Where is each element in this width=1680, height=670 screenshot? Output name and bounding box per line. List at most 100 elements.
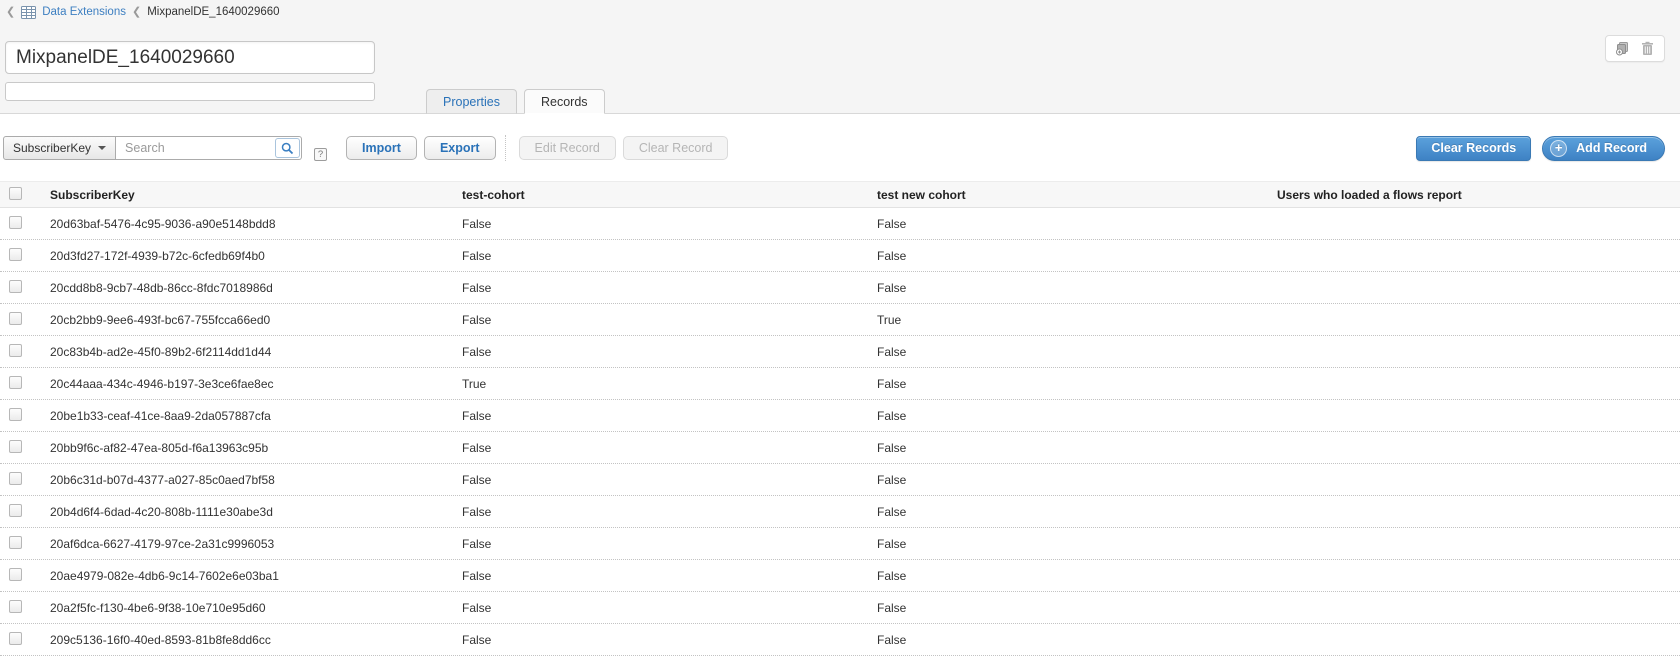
cell-subscriberkey: 20be1b33-ceaf-41ce-8aa9-2da057887cfa	[40, 409, 452, 423]
delete-trash-icon[interactable]	[1640, 41, 1655, 56]
row-checkbox[interactable]	[9, 440, 22, 453]
row-checkbox[interactable]	[9, 504, 22, 517]
clear-record-button[interactable]: Clear Record	[623, 136, 729, 160]
table-row[interactable]: 20be1b33-ceaf-41ce-8aa9-2da057887cfa Fal…	[0, 400, 1680, 432]
cell-subscriberkey: 20d3fd27-172f-4939-b72c-6cfedb69f4b0	[40, 249, 452, 263]
data-extension-description-input[interactable]	[5, 82, 375, 101]
cell-test-cohort: False	[452, 345, 867, 359]
row-checkbox[interactable]	[9, 312, 22, 325]
records-toolbar: SubscriberKey ? Import Export Edit Recor…	[0, 127, 1680, 169]
column-header-test-cohort: test-cohort	[452, 188, 867, 202]
cell-test-cohort: False	[452, 441, 867, 455]
row-checkbox[interactable]	[9, 216, 22, 229]
copy-icon[interactable]	[1615, 41, 1630, 56]
row-checkbox[interactable]	[9, 376, 22, 389]
column-header-flows-report: Users who loaded a flows report	[1267, 188, 1680, 202]
table-row[interactable]: 20b6c31d-b07d-4377-a027-85c0aed7bf58 Fal…	[0, 464, 1680, 496]
row-checkbox[interactable]	[9, 472, 22, 485]
cell-subscriberkey: 20a2f5fc-f130-4be6-9f38-10e710e95d60	[40, 601, 452, 615]
row-checkbox-cell	[0, 248, 40, 264]
table-body: 20d63baf-5476-4c95-9036-a90e5148bdd8 Fal…	[0, 208, 1680, 656]
row-checkbox[interactable]	[9, 408, 22, 421]
tab-records[interactable]: Records	[524, 89, 605, 114]
cell-test-new-cohort: False	[867, 601, 1267, 615]
help-icon[interactable]: ?	[314, 148, 327, 161]
cell-test-cohort: False	[452, 569, 867, 583]
cell-test-new-cohort: True	[867, 313, 1267, 327]
cell-test-new-cohort: False	[867, 217, 1267, 231]
row-checkbox-cell	[0, 632, 40, 648]
toolbar-right-actions: Clear Records + Add Record	[1416, 136, 1665, 161]
cell-subscriberkey: 20d63baf-5476-4c95-9036-a90e5148bdd8	[40, 217, 452, 231]
row-checkbox[interactable]	[9, 248, 22, 261]
cell-subscriberkey: 209c5136-16f0-40ed-8593-81b8fe8dd6cc	[40, 633, 452, 647]
row-checkbox[interactable]	[9, 600, 22, 613]
search-field-dropdown[interactable]: SubscriberKey	[3, 136, 116, 160]
table-row[interactable]: 209c5136-16f0-40ed-8593-81b8fe8dd6cc Fal…	[0, 624, 1680, 656]
search-area	[116, 136, 302, 160]
row-checkbox[interactable]	[9, 568, 22, 581]
cell-test-new-cohort: False	[867, 249, 1267, 263]
cell-test-new-cohort: False	[867, 537, 1267, 551]
breadcrumb-back-icon[interactable]: ❮	[6, 7, 15, 18]
cell-test-cohort: False	[452, 473, 867, 487]
cell-subscriberkey: 20bb9f6c-af82-47ea-805d-f6a13963c95b	[40, 441, 452, 455]
table-row[interactable]: 20c44aaa-434c-4946-b197-3e3ce6fae8ec Tru…	[0, 368, 1680, 400]
row-checkbox-cell	[0, 536, 40, 552]
cell-subscriberkey: 20c83b4b-ad2e-45f0-89b2-6f2114dd1d44	[40, 345, 452, 359]
edit-record-button[interactable]: Edit Record	[519, 136, 616, 160]
records-table: SubscriberKey test-cohort test new cohor…	[0, 181, 1680, 656]
row-checkbox-cell	[0, 408, 40, 424]
clear-records-button[interactable]: Clear Records	[1416, 136, 1531, 161]
table-row[interactable]: 20cb2bb9-9ee6-493f-bc67-755fcca66ed0 Fal…	[0, 304, 1680, 336]
table-row[interactable]: 20c83b4b-ad2e-45f0-89b2-6f2114dd1d44 Fal…	[0, 336, 1680, 368]
cell-test-cohort: False	[452, 601, 867, 615]
table-row[interactable]: 20a2f5fc-f130-4be6-9f38-10e710e95d60 Fal…	[0, 592, 1680, 624]
cell-test-cohort: False	[452, 633, 867, 647]
breadcrumb-current: MixpanelDE_1640029660	[147, 6, 279, 18]
cell-test-cohort: False	[452, 313, 867, 327]
table-header-row: SubscriberKey test-cohort test new cohor…	[0, 181, 1680, 208]
data-extension-name-input[interactable]	[5, 41, 375, 74]
column-header-subscriberkey: SubscriberKey	[40, 188, 452, 202]
table-row[interactable]: 20d3fd27-172f-4939-b72c-6cfedb69f4b0 Fal…	[0, 240, 1680, 272]
cell-test-new-cohort: False	[867, 281, 1267, 295]
cell-test-new-cohort: False	[867, 441, 1267, 455]
row-checkbox-cell	[0, 472, 40, 488]
toolbar-divider	[505, 135, 506, 161]
table-row[interactable]: 20d63baf-5476-4c95-9036-a90e5148bdd8 Fal…	[0, 208, 1680, 240]
table-row[interactable]: 20af6dca-6627-4179-97ce-2a31c9996053 Fal…	[0, 528, 1680, 560]
export-button[interactable]: Export	[424, 136, 496, 160]
cell-test-cohort: False	[452, 409, 867, 423]
cell-test-new-cohort: False	[867, 377, 1267, 391]
cell-test-new-cohort: False	[867, 569, 1267, 583]
row-checkbox-cell	[0, 216, 40, 232]
breadcrumb-link-data-extensions[interactable]: Data Extensions	[42, 6, 126, 18]
cell-test-new-cohort: False	[867, 409, 1267, 423]
add-record-label: Add Record	[1576, 141, 1647, 155]
cell-test-new-cohort: False	[867, 633, 1267, 647]
add-record-button[interactable]: + Add Record	[1542, 136, 1665, 161]
breadcrumb: ❮ Data Extensions ❮ MixpanelDE_164002966…	[0, 0, 1680, 20]
data-extension-grid-icon	[21, 6, 36, 19]
cell-subscriberkey: 20c44aaa-434c-4946-b197-3e3ce6fae8ec	[40, 377, 452, 391]
import-button[interactable]: Import	[346, 136, 417, 160]
search-button[interactable]	[275, 138, 300, 158]
row-checkbox-cell	[0, 280, 40, 296]
row-checkbox[interactable]	[9, 344, 22, 357]
tab-properties[interactable]: Properties	[426, 89, 517, 114]
cell-subscriberkey: 20ae4979-082e-4db6-9c14-7602e6e03ba1	[40, 569, 452, 583]
select-all-checkbox[interactable]	[9, 187, 22, 200]
row-checkbox[interactable]	[9, 632, 22, 645]
row-checkbox[interactable]	[9, 280, 22, 293]
table-row[interactable]: 20bb9f6c-af82-47ea-805d-f6a13963c95b Fal…	[0, 432, 1680, 464]
table-row[interactable]: 20b4d6f4-6dad-4c20-808b-1111e30abe3d Fal…	[0, 496, 1680, 528]
row-checkbox[interactable]	[9, 536, 22, 549]
cell-test-cohort: False	[452, 217, 867, 231]
row-checkbox-cell	[0, 344, 40, 360]
cell-test-cohort: False	[452, 281, 867, 295]
table-row[interactable]: 20cdd8b8-9cb7-48db-86cc-8fdc7018986d Fal…	[0, 272, 1680, 304]
search-icon	[281, 142, 294, 155]
tab-bar: Properties Records	[426, 89, 605, 114]
table-row[interactable]: 20ae4979-082e-4db6-9c14-7602e6e03ba1 Fal…	[0, 560, 1680, 592]
